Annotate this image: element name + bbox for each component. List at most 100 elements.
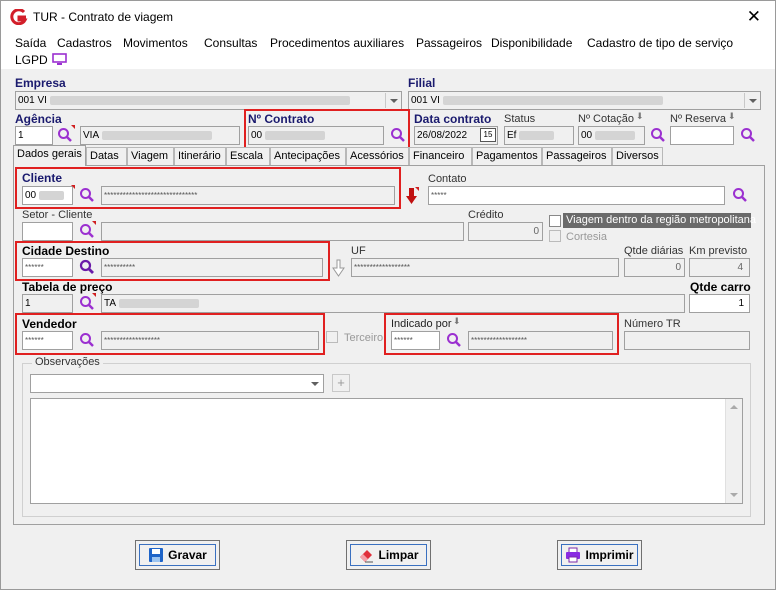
observacoes-template-select[interactable]	[30, 374, 324, 393]
data-contrato-label: Data contrato	[414, 112, 492, 126]
search-icon[interactable]	[446, 332, 462, 348]
cotacao-label: Nº Cotação	[578, 113, 634, 125]
indicado-por-description: ******************	[468, 331, 613, 350]
contato-label: Contato	[428, 173, 467, 185]
tab-diversos[interactable]: Diversos	[612, 147, 663, 165]
main-window: TUR - Contrato de viagem ✕ Saída Cadastr…	[0, 0, 776, 590]
credito-field: 0	[468, 222, 543, 241]
monitor-icon[interactable]	[52, 53, 67, 66]
cortesia-checkbox[interactable]	[549, 230, 561, 242]
close-icon[interactable]: ✕	[747, 7, 761, 27]
imprimir-button[interactable]: Imprimir	[557, 540, 642, 570]
credito-label: Crédito	[468, 209, 504, 221]
vendedor-description: ******************	[101, 331, 319, 350]
menu-consultas[interactable]: Consultas	[204, 36, 257, 50]
gravar-button[interactable]: Gravar	[135, 540, 220, 570]
search-icon[interactable]	[79, 295, 95, 311]
uf-label: UF	[351, 245, 366, 257]
sort-arrow-icon: ⬇	[728, 111, 736, 121]
search-icon[interactable]	[79, 259, 95, 275]
menu-disponibilidade[interactable]: Disponibilidade	[491, 36, 572, 50]
tab-dados-gerais[interactable]: Dados gerais	[13, 145, 86, 166]
tab-datas[interactable]: Datas	[86, 147, 127, 165]
reserva-label: Nº Reserva	[670, 113, 726, 125]
setor-label: Setor - Cliente	[22, 209, 93, 221]
arrow-down-icon[interactable]	[405, 187, 419, 205]
tab-escala[interactable]: Escala	[226, 147, 270, 165]
qtde-carro-input[interactable]: 1	[689, 294, 750, 313]
tab-financeiro[interactable]: Financeiro	[409, 147, 472, 165]
contato-input[interactable]: *****	[428, 186, 725, 205]
setor-input[interactable]	[22, 222, 73, 241]
cortesia-label: Cortesia	[566, 231, 607, 243]
limpar-button[interactable]: Limpar	[346, 540, 431, 570]
empresa-label: Empresa	[15, 76, 66, 90]
tab-pagamentos[interactable]: Pagamentos	[472, 147, 542, 165]
contrato-input[interactable]: 00	[248, 126, 384, 145]
search-icon[interactable]	[650, 127, 666, 143]
tabela-preco-input[interactable]: 1	[22, 294, 73, 313]
sort-arrow-icon: ⬇	[636, 111, 644, 121]
km-previsto-field: 4	[689, 258, 750, 277]
search-icon[interactable]	[740, 127, 756, 143]
tabela-preco-label: Tabela de preço	[22, 280, 113, 294]
qtde-diarias-label: Qtde diárias	[624, 245, 684, 257]
chevron-down-icon[interactable]	[744, 93, 759, 108]
vertical-scrollbar[interactable]	[725, 399, 742, 503]
tab-passageiros[interactable]: Passageiros	[542, 147, 612, 165]
menu-movimentos[interactable]: Movimentos	[123, 36, 188, 50]
chevron-down-icon[interactable]	[307, 376, 322, 391]
vendedor-input[interactable]: ******	[22, 331, 73, 350]
cliente-input[interactable]: 00	[22, 186, 73, 205]
filial-label: Filial	[408, 76, 436, 90]
menu-lgpd[interactable]: LGPD	[15, 53, 48, 67]
metropolitana-checkbox[interactable]	[549, 215, 561, 227]
indicado-por-label: Indicado por	[391, 318, 452, 330]
arrow-down-outline-icon[interactable]	[332, 259, 346, 277]
search-icon[interactable]	[57, 127, 73, 143]
qtde-diarias-field: 0	[624, 258, 685, 277]
empresa-select[interactable]: 001 VI	[15, 91, 402, 110]
menu-tipo-servico[interactable]: Cadastro de tipo de serviço	[587, 36, 733, 50]
observacoes-textarea[interactable]	[30, 398, 743, 504]
tab-antecipacoes[interactable]: Antecipações	[270, 147, 346, 165]
title-bar: TUR - Contrato de viagem ✕	[1, 1, 775, 31]
contrato-label: Nº Contrato	[248, 112, 315, 126]
cidade-destino-label: Cidade Destino	[22, 244, 110, 258]
menu-cadastros[interactable]: Cadastros	[57, 36, 112, 50]
km-previsto-label: Km previsto	[689, 245, 748, 257]
metropolitana-label: Viagem dentro da região metropolitana	[563, 213, 756, 228]
terceiro-checkbox[interactable]	[326, 331, 338, 343]
cidade-destino-input[interactable]: ******	[22, 258, 73, 277]
cidade-destino-description: **********	[101, 258, 323, 277]
search-icon[interactable]	[79, 332, 95, 348]
search-icon[interactable]	[79, 223, 95, 239]
window-title: TUR - Contrato de viagem	[33, 10, 174, 24]
indicado-por-input[interactable]: ******	[391, 331, 440, 350]
add-icon[interactable]: +	[332, 374, 350, 392]
required-marker	[71, 185, 75, 189]
search-icon[interactable]	[390, 127, 406, 143]
cotacao-input[interactable]: 00	[578, 126, 645, 145]
agencia-label: Agência	[15, 112, 62, 126]
app-logo-icon	[10, 9, 28, 25]
calendar-icon[interactable]: 15	[480, 128, 496, 142]
menu-bar: Saída Cadastros Movimentos Consultas Pro…	[1, 31, 775, 69]
terceiro-label: Terceiro	[344, 332, 384, 344]
search-icon[interactable]	[732, 187, 748, 203]
numero-tr-field[interactable]	[624, 331, 750, 350]
filial-select[interactable]: 001 VI	[408, 91, 761, 110]
menu-passageiros[interactable]: Passageiros	[416, 36, 482, 50]
menu-procedimentos[interactable]: Procedimentos auxiliares	[270, 36, 404, 50]
status-field: Ef	[504, 126, 574, 145]
save-icon	[149, 548, 164, 562]
search-icon[interactable]	[79, 187, 95, 203]
tab-viagem[interactable]: Viagem	[127, 147, 174, 165]
menu-saida[interactable]: Saída	[15, 36, 46, 50]
tab-itinerario[interactable]: Itinerário	[174, 147, 226, 165]
tab-acessorios[interactable]: Acessórios	[346, 147, 409, 165]
reserva-input[interactable]	[670, 126, 734, 145]
agencia-input[interactable]: 1	[15, 126, 53, 145]
chevron-down-icon[interactable]	[385, 93, 400, 108]
status-label: Status	[504, 113, 536, 125]
